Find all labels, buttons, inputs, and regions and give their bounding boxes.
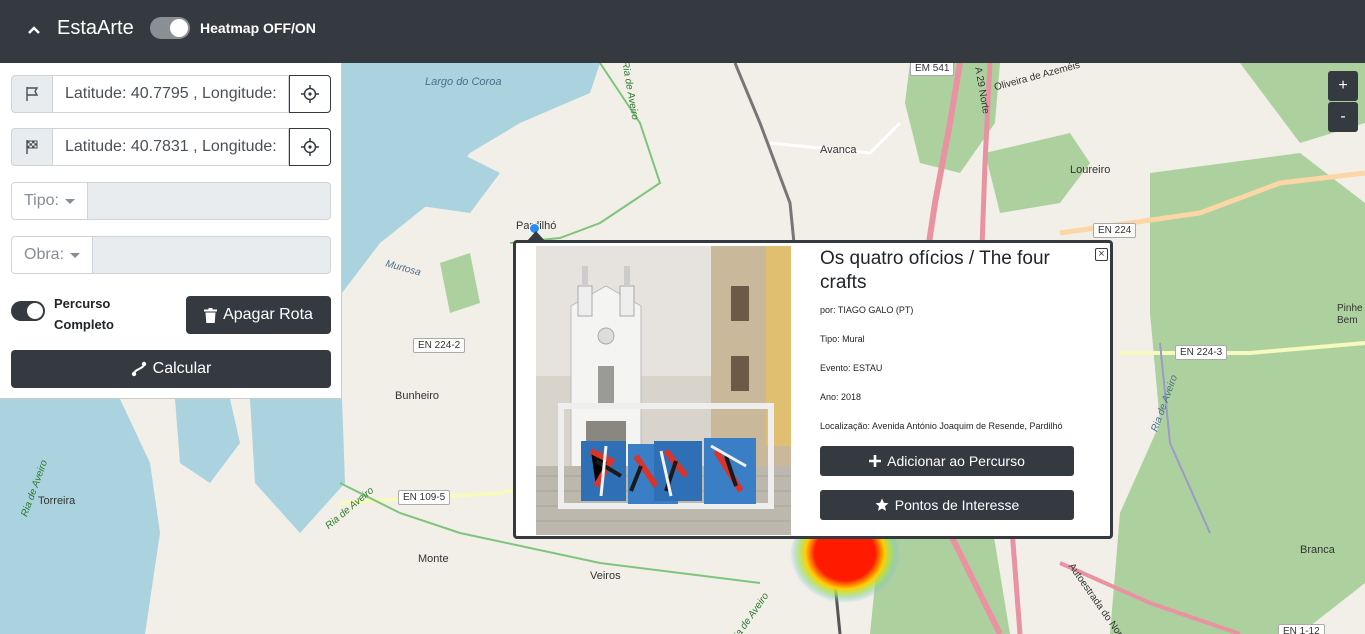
obra-label: Obra: — [24, 246, 65, 263]
place-label: Branca — [1300, 544, 1335, 556]
heatmap-toggle[interactable] — [150, 17, 190, 39]
apagar-rota-label: Apagar Rota — [223, 306, 313, 323]
calcular-button[interactable]: Calcular — [11, 350, 331, 388]
road-badge: EN 1-12 — [1278, 624, 1325, 634]
artwork-author: por: TIAGO GALO (PT) — [820, 305, 914, 315]
locate-start-button[interactable] — [289, 75, 331, 113]
chevron-up-icon[interactable] — [26, 22, 42, 38]
obra-field[interactable] — [93, 236, 331, 274]
road-badge: EM 541 — [910, 63, 955, 76]
place-label: Largo do Coroa — [425, 76, 502, 88]
start-point-group: Latitude: 40.7795 , Longitude: — [11, 75, 331, 113]
plus-icon — [869, 455, 882, 467]
percurso-completo-toggle[interactable] — [11, 301, 45, 321]
trash-icon — [204, 307, 218, 323]
road-badge: EN 224-2 — [413, 338, 466, 353]
end-point-group: Latitude: 40.7831 , Longitude: — [11, 128, 331, 166]
apagar-rota-button[interactable]: Apagar Rota — [186, 296, 331, 334]
heatmap-label: Heatmap OFF/ON — [200, 20, 316, 36]
obra-dropdown[interactable]: Obra: — [11, 236, 94, 274]
toggle-knob — [170, 19, 188, 37]
artwork-localizacao: Localização: Avenida António Joaquim de … — [820, 421, 1063, 431]
points-of-interest-label: Pontos de Interesse — [894, 497, 1020, 513]
navbar: EstaArte Heatmap OFF/ON — [0, 0, 1365, 63]
points-of-interest-button[interactable]: Pontos de Interesse — [820, 490, 1074, 520]
place-label: Loureiro — [1070, 164, 1111, 176]
start-point-input[interactable]: Latitude: 40.7795 , Longitude: — [53, 75, 289, 113]
place-label: Veiros — [590, 570, 621, 582]
artwork-popup: × Os quatro ofícios / The four crafts po… — [513, 240, 1113, 539]
artwork-ano: Ano: 2018 — [820, 392, 862, 402]
flag-icon — [11, 75, 53, 113]
star-icon — [875, 498, 889, 511]
end-point-input[interactable]: Latitude: 40.7831 , Longitude: — [53, 128, 289, 166]
crosshair-icon — [301, 138, 319, 156]
road-badge: EN 109-5 — [398, 490, 451, 505]
artwork-title: Os quatro ofícios / The four crafts — [820, 248, 1050, 293]
place-label: Torreira — [38, 495, 76, 507]
tipo-dropdown[interactable]: Tipo: — [11, 182, 88, 220]
place-label: Bunheiro — [395, 390, 440, 402]
artwork-tipo: Tipo: Mural — [820, 334, 865, 344]
obra-group: Obra: — [11, 236, 331, 274]
close-icon[interactable]: × — [1095, 248, 1108, 261]
percurso-completo-label: Percurso Completo — [54, 296, 114, 332]
route-sidebar: Latitude: 40.7795 , Longitude: Latitude:… — [0, 63, 342, 399]
checkered-flag-icon — [11, 128, 53, 166]
zoom-out-button[interactable]: - — [1328, 102, 1358, 132]
caret-down-icon — [70, 252, 81, 258]
brand-title: EstaArte — [57, 17, 134, 39]
road-badge: EN 224 — [1093, 223, 1137, 238]
route-icon — [131, 361, 146, 377]
calcular-label: Calcular — [152, 360, 212, 377]
artwork-photo — [536, 246, 791, 535]
place-label: Avanca — [820, 144, 857, 156]
add-to-route-label: Adicionar ao Percurso — [887, 453, 1025, 469]
zoom-in-button[interactable]: + — [1328, 71, 1358, 101]
road-badge: EN 224-3 — [1175, 345, 1228, 360]
place-label: Monte — [418, 553, 449, 565]
tipo-group: Tipo: — [11, 182, 331, 220]
add-to-route-button[interactable]: Adicionar ao Percurso — [820, 446, 1074, 476]
tipo-field[interactable] — [87, 182, 331, 220]
tipo-label: Tipo: — [24, 192, 59, 209]
artwork-evento: Evento: ESTAU — [820, 363, 883, 373]
place-label: Pinhe Bem — [1337, 303, 1363, 326]
toggle-knob — [27, 303, 43, 319]
caret-down-icon — [64, 198, 75, 204]
locate-end-button[interactable] — [289, 128, 331, 166]
crosshair-icon — [301, 85, 319, 103]
